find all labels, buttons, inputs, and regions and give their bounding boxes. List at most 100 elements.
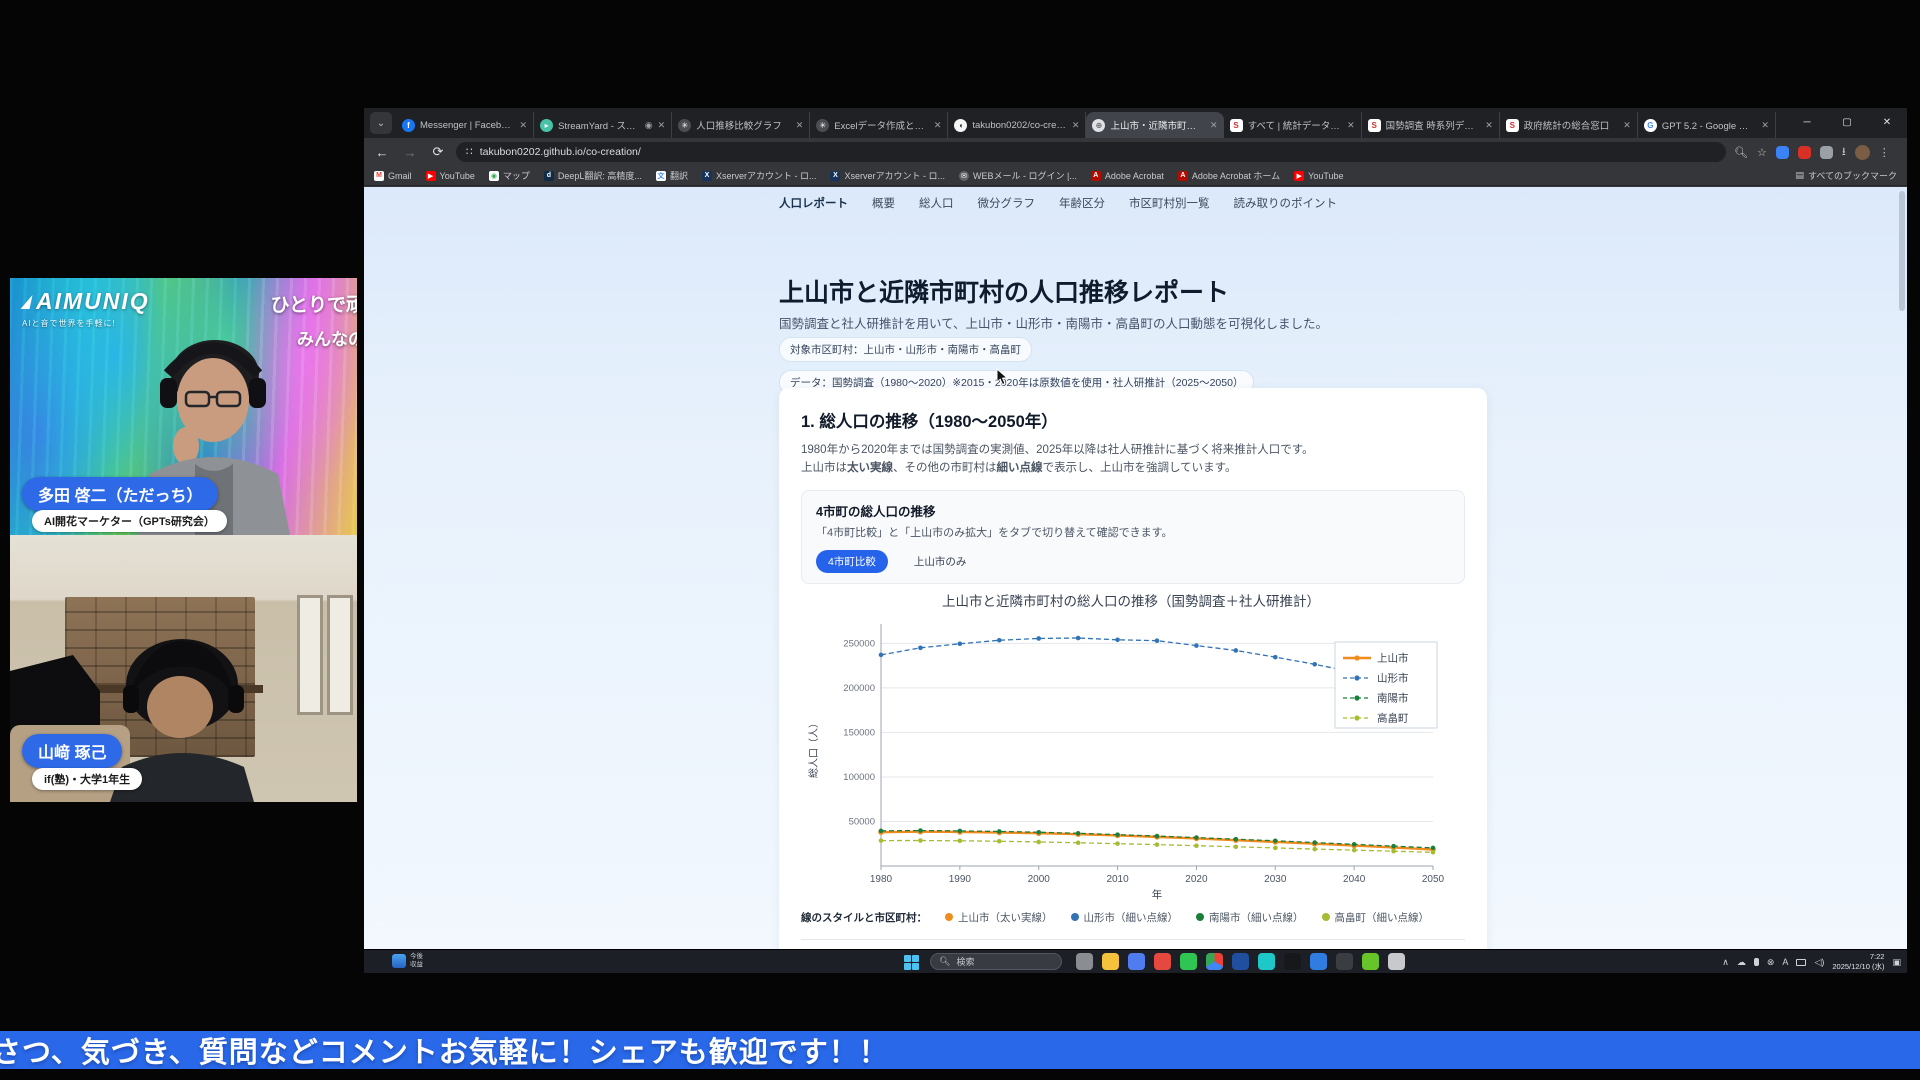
minecraft-icon[interactable] [1362,953,1379,970]
tab-close-icon[interactable]: ✕ [1072,120,1080,131]
tray-chevron-icon[interactable]: ∧ [1722,957,1729,968]
tab-close-icon[interactable]: ✕ [1623,120,1631,131]
bookmark-item[interactable]: ◉ マップ [488,169,530,182]
y-tick-label: 100000 [843,772,875,783]
bookmark-item[interactable]: X Xserverアカウント - ロ... [701,169,817,182]
address-bar[interactable]: ∷ takubon0202.github.io/co-creation/ [456,142,1726,162]
settings-gear-icon[interactable] [1388,953,1405,970]
microphone-icon[interactable] [1753,958,1759,966]
app-icon-teal[interactable] [1258,953,1275,970]
bookmark-item[interactable]: A Adobe Acrobat ホーム [1177,169,1280,182]
page-nav-link[interactable]: 年齢区分 [1059,195,1105,211]
ime-indicator[interactable]: A [1782,957,1788,967]
browser-tab[interactable]: ◖ takubon0202/co-creation ✕ [948,112,1087,138]
bookmark-item[interactable]: d DeepL翻訳: 高精度... [543,169,642,182]
page-subtitle: 国勢調査と社人研推計を用いて、上山市・山形市・南陽市・高畠町の人口動態を可視化し… [779,317,1329,331]
bookmark-item[interactable]: 文翻訳 [655,169,688,182]
extension-icon[interactable] [1797,145,1811,159]
profile-avatar[interactable] [1854,144,1870,160]
tab-close-icon[interactable]: ✕ [1761,120,1769,131]
legend-dot [1321,913,1330,922]
chart-title: 上山市と近隣市町村の総人口の推移（国勢調査＋社人研推計） [942,593,1320,609]
tab-strip: ⌄ f Messenger | Facebook ✕ ▸ StreamYard - スタ… [364,108,1907,138]
download-icon[interactable]: ⭳ [1842,143,1846,162]
estat-icon: S [1367,118,1381,132]
extensions-puzzle-icon[interactable] [1819,145,1833,159]
bookmark-item[interactable]: X Xserverアカウント - ロ... [830,169,945,182]
page-scrollbar[interactable] [1899,191,1905,311]
browser-tab[interactable]: S すべて | 統計データを探す | 統計 ✕ [1224,112,1362,138]
browser-tab[interactable]: G GPT 5.2 - Google 検索 ✕ [1638,112,1776,138]
bookmark-label: Xserverアカウント - ロ... [715,171,817,181]
browser-tab[interactable]: f Messenger | Facebook ✕ [396,112,535,138]
bookmark-star-icon[interactable]: ☆ [1757,146,1767,159]
browser-tab[interactable]: ✳ Excelデータ作成と分析 ✕ [810,112,949,138]
tab-close-icon[interactable]: ✕ [1485,120,1493,131]
browser-tab[interactable]: ▸ StreamYard - スタジオ ◉ ✕ [534,112,673,138]
back-button[interactable]: ← [372,145,392,160]
browser-tab[interactable]: S 国勢調査 時系列データ 男女 ✕ [1362,112,1500,138]
messenger-app-icon[interactable] [1154,953,1171,970]
page-nav-link[interactable]: 概要 [872,195,895,211]
browser-tab[interactable]: ✳ 人口推移比較グラフ ✕ [672,112,811,138]
task-view-icon[interactable] [1076,953,1093,970]
page-nav-link[interactable]: 市区町村別一覧 [1129,195,1210,211]
browser-tab[interactable]: S 政府統計の総合窓口 ✕ [1500,112,1638,138]
tab-close-icon[interactable]: ✕ [1210,120,1218,131]
browser-tab[interactable]: ⊕ 上山市・近隣市町村の人口推移 ✕ [1086,112,1224,138]
forward-button[interactable]: → [400,145,420,160]
bookmark-item[interactable]: ▶ YouTube [425,170,475,181]
taskbar-widget[interactable]: 今後 収益 [392,953,423,970]
notification-icon[interactable]: ▣ [1892,957,1901,968]
webcam1-overlay-text: ひとりで頑 みんなの [270,295,357,349]
taskbar-search[interactable]: 🔍︎ 検索 [930,953,1062,970]
obs-icon[interactable] [1336,953,1353,970]
reload-button[interactable]: ⟳ [428,144,448,160]
bookmark-item[interactable]: M Gmail [374,170,412,181]
edge-icon[interactable] [1310,953,1327,970]
maximize-button[interactable]: ▢ [1827,108,1867,136]
minimize-button[interactable]: ─ [1787,108,1827,136]
taskbar-clock[interactable]: 7:22 2025/12/10 (水) [1832,952,1884,972]
tab-close-icon[interactable]: ✕ [1347,120,1355,131]
photos-app-icon[interactable] [1128,953,1145,970]
onedrive-cloud-icon[interactable]: ☁ [1737,957,1746,968]
page-nav-link[interactable]: 読み取りのポイント [1234,195,1338,211]
volume-icon[interactable]: ◁) [1814,957,1824,968]
brand-logo: AIMUNIQ [20,288,150,315]
file-explorer-icon[interactable] [1102,953,1119,970]
bookmark-item[interactable]: ✉ WEBメール - ログイン |... [958,169,1077,182]
tab-close-icon[interactable]: ✕ [796,120,804,131]
speaker2-role-badge: if(塾)・大学1年生 [32,768,143,790]
chevron-down-icon[interactable]: ⌄ [370,112,392,134]
translate-extension-icon[interactable] [1775,145,1789,159]
app-icon-dark[interactable] [1284,953,1301,970]
start-button[interactable] [904,955,919,970]
chart-view-tab[interactable]: 4市町比較 [816,549,888,573]
display-icon[interactable] [1796,958,1807,966]
page-nav-brand[interactable]: 人口レポート [779,195,848,211]
x-tick-label: 2000 [1028,874,1051,885]
kebab-menu-icon[interactable]: ⋮ [1879,146,1890,159]
tab-close-icon[interactable]: ✕ [520,120,528,131]
chart-view-tab[interactable]: 上山市のみ [902,550,979,573]
site-info-icon[interactable]: ∷ [466,146,473,158]
app-icon-navy[interactable] [1232,953,1249,970]
chrome-icon[interactable] [1206,953,1223,970]
y-tick-label: 150000 [843,727,875,738]
tab-close-icon[interactable]: ✕ [658,120,666,131]
tab-title: Messenger | Facebook [420,119,515,131]
close-button[interactable]: ✕ [1867,108,1907,136]
page-nav-link[interactable]: 微分グラフ [978,195,1036,211]
all-bookmarks-button[interactable]: ▤ すべてのブックマーク [1795,169,1897,182]
youtube-icon: ▶ [1294,170,1305,181]
bookmark-item[interactable]: ▶ YouTube [1294,170,1344,181]
page-nav-link[interactable]: 総人口 [919,195,954,211]
windows-taskbar: 今後 収益 🔍︎ 検索 ∧ ☁ ⊗ A ◁) 7:22 2025/12/10 (水… [364,949,1907,973]
folder-icon: ▤ [1795,170,1804,180]
line-app-icon[interactable] [1180,953,1197,970]
tray-app-icon[interactable]: ⊗ [1767,957,1775,968]
bookmark-item[interactable]: A Adobe Acrobat [1090,170,1164,181]
tab-close-icon[interactable]: ✕ [934,120,942,131]
zoom-icon[interactable]: 🔍︎ [1734,146,1748,159]
